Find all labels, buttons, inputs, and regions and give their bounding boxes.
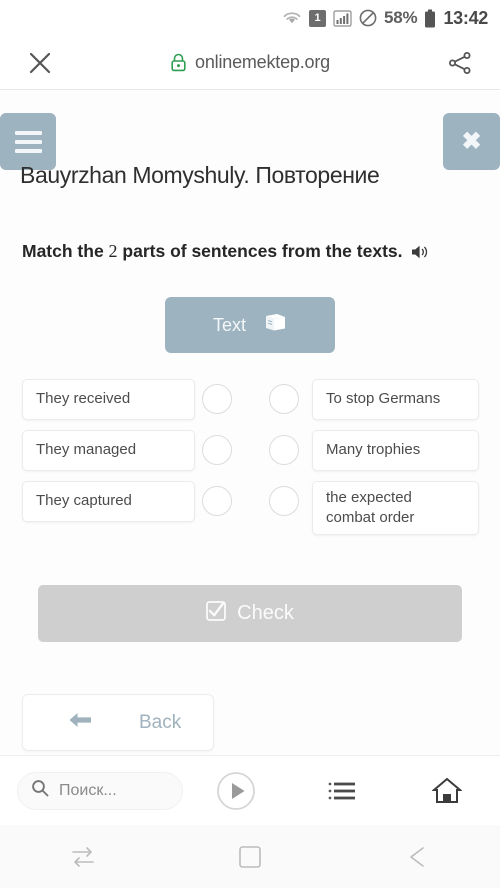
status-clock: 13:42 bbox=[443, 7, 488, 28]
recents-button[interactable] bbox=[0, 843, 167, 871]
left-option[interactable]: They received bbox=[22, 379, 195, 420]
text-button-label: Text bbox=[212, 314, 246, 335]
home-icon bbox=[432, 777, 463, 803]
sim-indicator: 1 bbox=[309, 9, 327, 27]
left-option[interactable]: They managed bbox=[22, 430, 195, 471]
play-button[interactable] bbox=[183, 771, 289, 811]
check-button[interactable]: Check bbox=[38, 585, 462, 642]
home-button[interactable] bbox=[394, 777, 500, 804]
back-arrow-icon bbox=[409, 846, 424, 867]
android-nav-bar bbox=[0, 825, 500, 888]
right-connector-dot[interactable] bbox=[269, 384, 299, 414]
right-connector-dot[interactable] bbox=[269, 486, 299, 516]
share-icon bbox=[449, 51, 471, 74]
browser-bottom-bar: Поиск... bbox=[0, 755, 500, 825]
check-button-label: Check bbox=[237, 602, 294, 624]
match-row: They received To stop Germans bbox=[0, 379, 500, 430]
hamburger-menu-icon bbox=[14, 130, 42, 135]
battery-percent: 58% bbox=[384, 8, 418, 27]
back-button[interactable] bbox=[333, 843, 500, 871]
matching-exercise: They received To stop Germans They manag… bbox=[0, 379, 500, 538]
right-connector-dot[interactable] bbox=[269, 435, 299, 465]
status-bar: 1 58% 13:42 bbox=[0, 0, 500, 36]
signal-bars-icon bbox=[333, 9, 352, 27]
recents-icon bbox=[72, 846, 95, 867]
page-title: Bauyrzhan Momyshuly. Повторение bbox=[20, 162, 380, 188]
checkbox-checked-icon bbox=[206, 600, 227, 627]
arrow-left-icon bbox=[68, 711, 93, 735]
tabs-list-button[interactable] bbox=[289, 780, 395, 802]
do-not-disturb-icon bbox=[359, 9, 377, 27]
close-x-icon: ✖ bbox=[461, 128, 482, 155]
url-area[interactable]: onlinemektep.org bbox=[80, 52, 420, 73]
search-input[interactable]: Поиск... bbox=[17, 771, 183, 810]
play-circle-icon bbox=[216, 771, 255, 810]
left-connector-dot[interactable] bbox=[202, 384, 232, 414]
hamburger-menu-icon bbox=[14, 139, 42, 144]
lock-icon bbox=[171, 53, 186, 72]
battery-icon bbox=[424, 9, 436, 28]
right-option[interactable]: To stop Germans bbox=[312, 379, 479, 420]
book-icon bbox=[264, 313, 287, 338]
match-row: They managed Many trophies bbox=[0, 430, 500, 481]
instruction-text-before: Match the bbox=[22, 241, 109, 261]
instruction-text-after: parts of sentences from the texts. bbox=[117, 241, 403, 261]
wifi-icon bbox=[282, 10, 302, 26]
phone-screen: 1 58% 13:42 onlinemektep.org ✖ Bauyrzhan… bbox=[0, 0, 500, 888]
search-icon bbox=[31, 779, 49, 802]
left-option[interactable]: They captured bbox=[22, 481, 195, 522]
instruction-number: 2 bbox=[108, 241, 118, 261]
webpage-content: ✖ Bauyrzhan Momyshuly. Повторение Match … bbox=[0, 91, 500, 755]
close-icon bbox=[29, 52, 51, 73]
back-button-label: Back bbox=[139, 711, 182, 733]
match-row: They captured the expected combat order bbox=[0, 481, 500, 538]
list-icon bbox=[328, 782, 355, 799]
share-button[interactable] bbox=[420, 50, 500, 76]
home-square-icon bbox=[239, 845, 261, 868]
browser-close-button[interactable] bbox=[0, 50, 80, 76]
left-connector-dot[interactable] bbox=[202, 435, 232, 465]
hamburger-menu-icon bbox=[14, 148, 42, 153]
left-connector-dot[interactable] bbox=[202, 486, 232, 516]
browser-top-bar: onlinemektep.org bbox=[0, 36, 500, 90]
search-placeholder: Поиск... bbox=[59, 781, 117, 799]
right-option[interactable]: the expected combat order bbox=[312, 481, 479, 535]
text-button[interactable]: Text bbox=[165, 297, 335, 353]
home-button[interactable] bbox=[167, 843, 334, 871]
url-text: onlinemektep.org bbox=[195, 52, 330, 72]
task-instruction: Match the 2 parts of sentences from the … bbox=[22, 239, 450, 267]
back-button[interactable]: Back bbox=[22, 694, 214, 751]
speaker-icon[interactable] bbox=[411, 242, 430, 267]
right-option[interactable]: Many trophies bbox=[312, 430, 479, 471]
